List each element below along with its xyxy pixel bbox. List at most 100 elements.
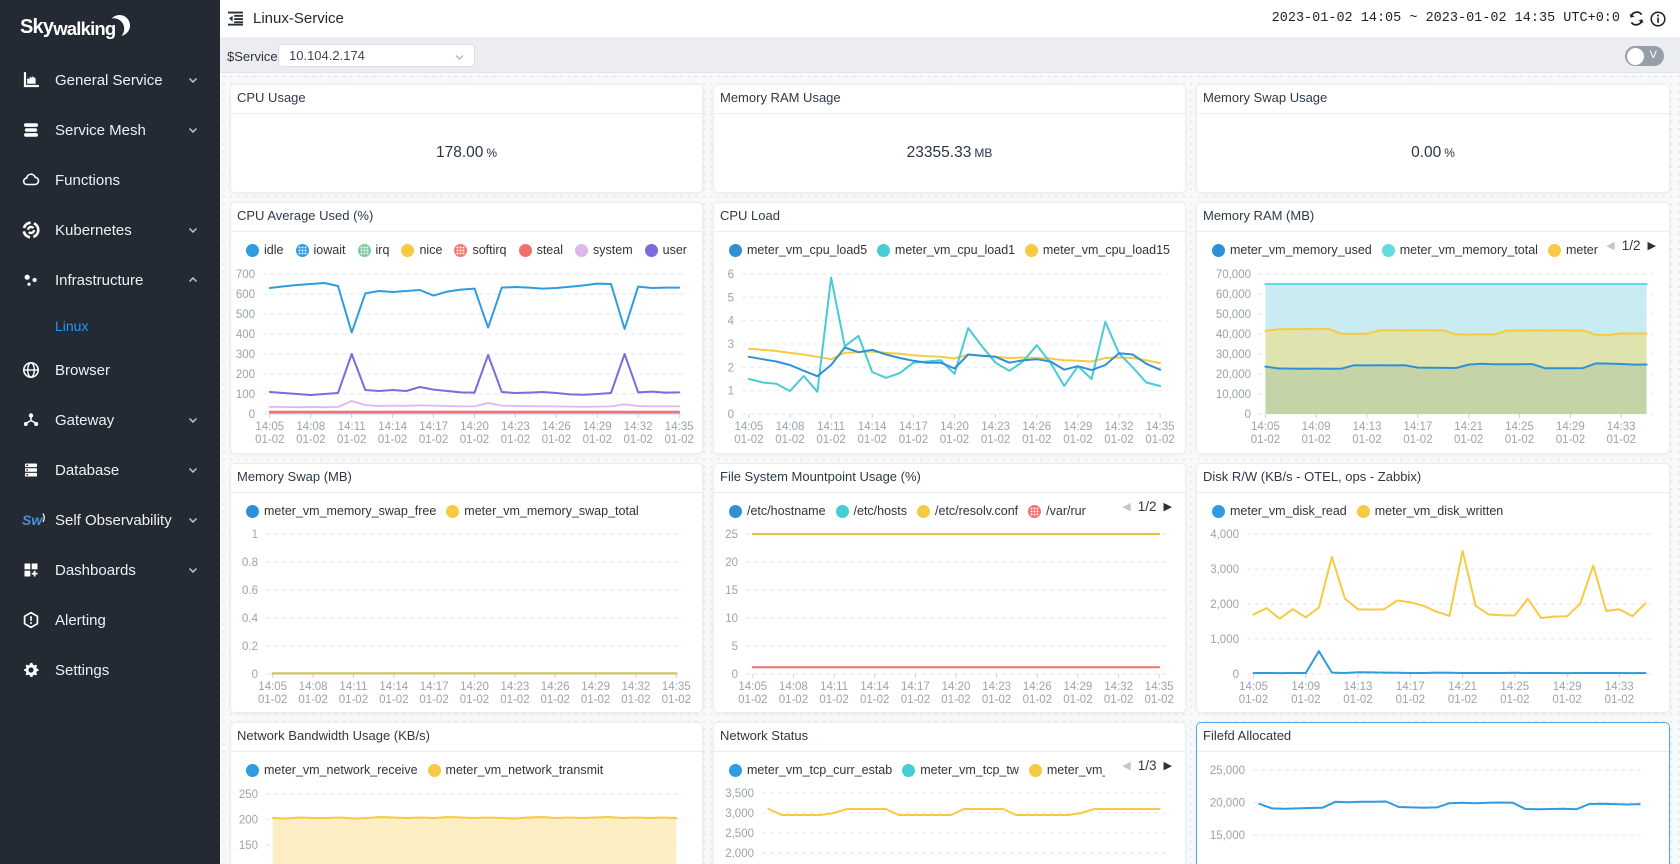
svg-text:4: 4 — [728, 316, 735, 328]
svg-text:0: 0 — [732, 669, 738, 681]
svg-text:14:23: 14:23 — [981, 421, 1010, 433]
svg-text:2,500: 2,500 — [725, 828, 754, 840]
svg-text:14:11: 14:11 — [817, 421, 845, 433]
svg-text:14:20: 14:20 — [460, 421, 489, 433]
svg-text:01-02: 01-02 — [1145, 434, 1174, 446]
svg-text:14:35: 14:35 — [1146, 421, 1175, 433]
svg-text:14:17: 14:17 — [1404, 421, 1433, 433]
svg-text:14:33: 14:33 — [1605, 681, 1634, 693]
svg-text:200: 200 — [236, 369, 255, 381]
svg-text:01-02: 01-02 — [501, 434, 530, 446]
svg-text:14:29: 14:29 — [1556, 421, 1585, 433]
svg-text:14:26: 14:26 — [1023, 681, 1052, 693]
svg-text:14:08: 14:08 — [296, 421, 325, 433]
svg-text:14:23: 14:23 — [501, 421, 530, 433]
svg-text:400: 400 — [236, 329, 255, 341]
svg-text:01-02: 01-02 — [500, 694, 529, 706]
svg-text:14:33: 14:33 — [1607, 421, 1636, 433]
svg-text:14:05: 14:05 — [735, 421, 764, 433]
svg-text:01-02: 01-02 — [379, 694, 408, 706]
svg-text:14:32: 14:32 — [622, 681, 651, 693]
svg-text:14:25: 14:25 — [1505, 421, 1534, 433]
svg-text:5: 5 — [732, 641, 738, 653]
svg-text:01-02: 01-02 — [337, 434, 366, 446]
svg-text:14:17: 14:17 — [1396, 681, 1425, 693]
svg-text:10,000: 10,000 — [1216, 389, 1251, 401]
svg-text:0.4: 0.4 — [242, 613, 259, 625]
svg-text:600: 600 — [236, 289, 255, 301]
svg-text:70,000: 70,000 — [1216, 269, 1251, 281]
svg-text:15,000: 15,000 — [1210, 830, 1245, 842]
svg-text:01-02: 01-02 — [540, 694, 569, 706]
svg-text:01-02: 01-02 — [581, 694, 610, 706]
svg-text:1,000: 1,000 — [1210, 634, 1239, 646]
svg-text:01-02: 01-02 — [775, 434, 804, 446]
svg-text:01-02: 01-02 — [662, 694, 691, 706]
svg-text:14:08: 14:08 — [776, 421, 805, 433]
svg-text:14:09: 14:09 — [1302, 421, 1331, 433]
svg-text:01-02: 01-02 — [734, 434, 763, 446]
svg-text:01-02: 01-02 — [1352, 434, 1381, 446]
svg-text:01-02: 01-02 — [982, 694, 1011, 706]
svg-text:01-02: 01-02 — [460, 694, 489, 706]
svg-text:14:11: 14:11 — [339, 681, 367, 693]
svg-text:14:20: 14:20 — [940, 421, 969, 433]
svg-text:0.2: 0.2 — [242, 641, 258, 653]
svg-text:14:14: 14:14 — [858, 421, 887, 433]
svg-text:14:35: 14:35 — [1145, 681, 1174, 693]
svg-text:30,000: 30,000 — [1216, 349, 1251, 361]
svg-text:01-02: 01-02 — [1063, 434, 1092, 446]
svg-text:100: 100 — [236, 389, 255, 401]
svg-text:01-02: 01-02 — [1063, 694, 1092, 706]
svg-text:2,000: 2,000 — [725, 848, 754, 860]
svg-text:5: 5 — [728, 292, 734, 304]
svg-text:14:14: 14:14 — [860, 681, 889, 693]
svg-text:14:25: 14:25 — [1500, 681, 1529, 693]
svg-text:2,000: 2,000 — [1210, 599, 1239, 611]
svg-text:01-02: 01-02 — [542, 434, 571, 446]
svg-text:01-02: 01-02 — [339, 694, 368, 706]
svg-text:01-02: 01-02 — [860, 694, 889, 706]
svg-text:10: 10 — [725, 613, 738, 625]
svg-text:14:13: 14:13 — [1353, 421, 1382, 433]
svg-text:01-02: 01-02 — [1552, 694, 1581, 706]
svg-text:14:20: 14:20 — [460, 681, 489, 693]
svg-text:14:05: 14:05 — [1239, 681, 1268, 693]
svg-text:01-02: 01-02 — [1144, 694, 1173, 706]
svg-text:01-02: 01-02 — [1104, 694, 1133, 706]
svg-text:14:17: 14:17 — [899, 421, 928, 433]
svg-text:14:35: 14:35 — [665, 421, 694, 433]
svg-text:01-02: 01-02 — [1605, 694, 1634, 706]
svg-text:150: 150 — [239, 840, 258, 852]
svg-text:3,500: 3,500 — [725, 788, 754, 800]
svg-text:01-02: 01-02 — [1500, 694, 1529, 706]
svg-text:01-02: 01-02 — [1448, 694, 1477, 706]
svg-text:15: 15 — [725, 585, 738, 597]
svg-text:14:08: 14:08 — [779, 681, 808, 693]
svg-text:14:32: 14:32 — [1105, 421, 1134, 433]
svg-text:3: 3 — [728, 339, 734, 351]
svg-text:01-02: 01-02 — [296, 434, 325, 446]
svg-text:14:11: 14:11 — [820, 681, 848, 693]
svg-text:01-02: 01-02 — [419, 694, 448, 706]
svg-text:14:29: 14:29 — [1064, 421, 1093, 433]
svg-text:01-02: 01-02 — [1556, 434, 1585, 446]
svg-text:3,000: 3,000 — [725, 808, 754, 820]
svg-text:1: 1 — [728, 386, 734, 398]
svg-text:40,000: 40,000 — [1216, 329, 1251, 341]
svg-text:01-02: 01-02 — [258, 694, 287, 706]
svg-text:14:05: 14:05 — [255, 421, 284, 433]
svg-text:14:13: 14:13 — [1344, 681, 1373, 693]
svg-text:0: 0 — [1245, 409, 1251, 421]
svg-text:250: 250 — [239, 789, 258, 801]
svg-text:14:29: 14:29 — [1553, 681, 1582, 693]
svg-text:14:05: 14:05 — [738, 681, 767, 693]
svg-text:1: 1 — [252, 529, 258, 541]
svg-text:0: 0 — [728, 409, 734, 421]
svg-text:20,000: 20,000 — [1210, 798, 1245, 810]
svg-text:01-02: 01-02 — [1505, 434, 1534, 446]
svg-text:01-02: 01-02 — [1396, 694, 1425, 706]
svg-text:14:17: 14:17 — [901, 681, 930, 693]
svg-text:01-02: 01-02 — [621, 694, 650, 706]
svg-text:01-02: 01-02 — [738, 694, 767, 706]
